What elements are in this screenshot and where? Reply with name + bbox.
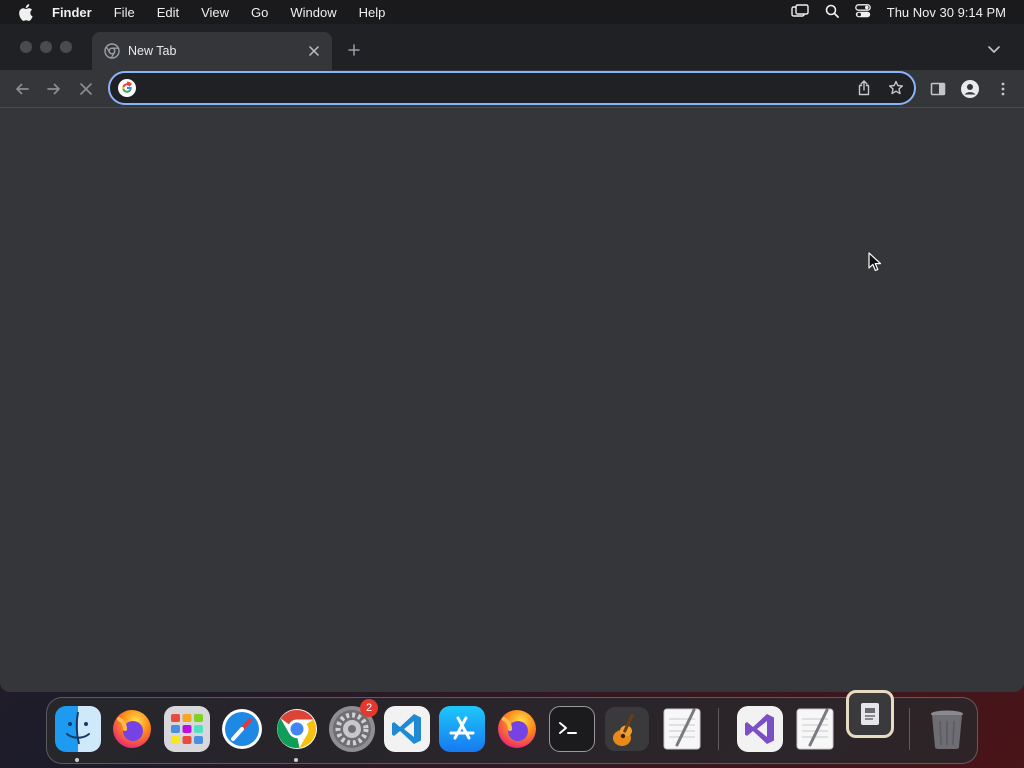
menu-bar-clock[interactable]: Thu Nov 30 9:14 PM — [887, 5, 1006, 20]
launchpad-icon[interactable] — [164, 706, 210, 752]
textedit-icon[interactable] — [659, 706, 705, 752]
menu-window[interactable]: Window — [290, 5, 336, 20]
browser-window: New Tab — [0, 24, 1024, 692]
new-tab-button[interactable] — [344, 40, 364, 60]
tab-strip: New Tab — [0, 24, 1024, 70]
firefox-icon[interactable] — [109, 706, 155, 752]
preview-icon[interactable] — [846, 690, 894, 738]
apple-menu-icon[interactable] — [18, 3, 38, 21]
menu-app-finder[interactable]: Finder — [52, 5, 92, 20]
safari-icon[interactable] — [219, 706, 265, 752]
window-controls — [20, 41, 72, 53]
side-panel-icon[interactable] — [928, 79, 948, 99]
menu-file[interactable]: File — [114, 5, 135, 20]
mouse-cursor-icon — [868, 252, 882, 277]
running-indicator — [75, 758, 79, 762]
chrome-icon[interactable] — [274, 706, 320, 752]
menu-edit[interactable]: Edit — [157, 5, 179, 20]
vscode-icon[interactable] — [384, 706, 430, 752]
visual-studio-icon[interactable] — [737, 706, 783, 752]
tab-search-chevron-down-icon[interactable] — [986, 41, 1002, 57]
google-g-icon — [118, 79, 136, 97]
textedit-icon[interactable] — [792, 706, 838, 752]
dock: 2 — [46, 690, 978, 764]
notification-badge: 2 — [360, 699, 378, 717]
minimize-window-button[interactable] — [40, 41, 52, 53]
address-bar[interactable] — [108, 71, 916, 105]
firefox-icon[interactable] — [494, 706, 540, 752]
zoom-window-button[interactable] — [60, 41, 72, 53]
forward-arrow-icon[interactable] — [44, 79, 64, 99]
screen-mirroring-icon[interactable] — [791, 3, 809, 21]
stop-loading-icon[interactable] — [76, 79, 96, 99]
control-center-icon[interactable] — [854, 3, 871, 21]
finder-icon[interactable] — [55, 706, 101, 752]
profile-avatar-icon[interactable] — [960, 79, 980, 99]
spotlight-search-icon[interactable] — [825, 4, 839, 21]
menu-go[interactable]: Go — [251, 5, 268, 20]
more-menu-icon[interactable] — [993, 79, 1013, 99]
trash-icon[interactable] — [924, 706, 970, 752]
bookmark-star-icon[interactable] — [886, 78, 906, 98]
address-input[interactable] — [144, 80, 842, 96]
back-arrow-icon[interactable] — [12, 79, 32, 99]
running-indicator — [294, 758, 298, 762]
menu-bar: Finder File Edit View Go Window Help Thu… — [0, 0, 1024, 24]
terminal-icon[interactable] — [549, 706, 595, 752]
browser-toolbar — [0, 70, 1024, 108]
menu-view[interactable]: View — [201, 5, 229, 20]
tab-new-tab[interactable]: New Tab — [92, 32, 332, 70]
chrome-favicon-icon — [104, 43, 120, 59]
dock-separator — [909, 708, 910, 750]
dock-separator — [718, 708, 719, 750]
garageband-icon[interactable] — [604, 706, 650, 752]
close-tab-icon[interactable] — [306, 43, 322, 59]
app-store-icon[interactable] — [439, 706, 485, 752]
close-window-button[interactable] — [20, 41, 32, 53]
page-content[interactable] — [0, 109, 1024, 692]
share-icon[interactable] — [854, 78, 874, 98]
tab-title: New Tab — [128, 44, 177, 58]
menu-help[interactable]: Help — [359, 5, 386, 20]
